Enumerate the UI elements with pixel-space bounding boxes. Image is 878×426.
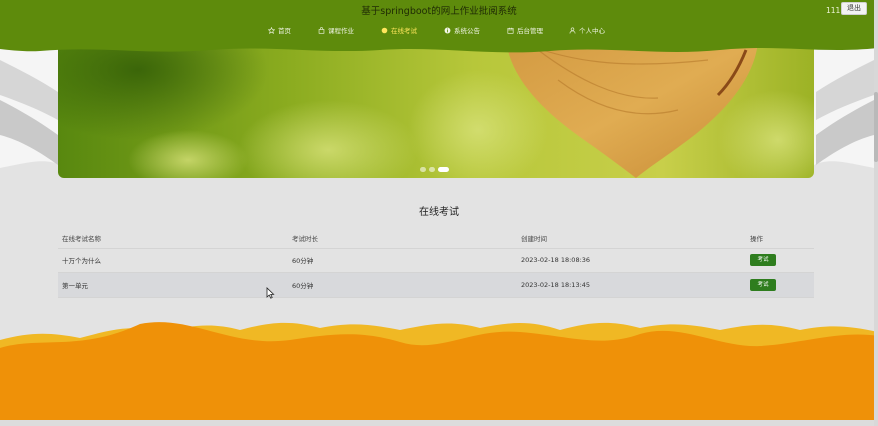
user-name: 111 (826, 6, 841, 15)
nav-item-label: 首页 (278, 27, 291, 35)
exam-name: 第一单元 (58, 272, 288, 298)
column-header-created: 创建时间 (517, 228, 746, 249)
exam-duration: 60分钟 (288, 248, 517, 273)
nav-item-announcements[interactable]: 系统公告 (444, 24, 480, 36)
scrollbar-thumb[interactable] (874, 92, 878, 162)
banner-image (58, 40, 814, 178)
exam-name: 十万个为什么 (58, 248, 288, 273)
site-title: 基于springboot的网上作业批阅系统 (361, 6, 517, 17)
nav-item-home[interactable]: 首页 (268, 24, 291, 36)
nav-item-course-homework[interactable]: 课程作业 (318, 24, 354, 36)
nav-item-profile[interactable]: 个人中心 (569, 24, 605, 36)
table-header-row: 在线考试名称 考试时长 创建时间 操作 (58, 228, 814, 249)
star-icon (268, 26, 275, 34)
table-row: 第一单元 60分钟 2023-02-18 18:13:45 考试 (58, 272, 814, 298)
info-icon (444, 27, 451, 33)
banner-carousel[interactable] (58, 40, 814, 178)
carousel-dots (420, 166, 449, 172)
nav-item-label: 系统公告 (454, 27, 480, 35)
circle-icon (381, 27, 388, 33)
footer-wave-decoration (0, 322, 878, 426)
exam-action-cell: 考试 (746, 248, 814, 273)
nav-item-label: 后台管理 (517, 27, 543, 35)
start-exam-button[interactable]: 考试 (750, 278, 776, 291)
section-title: 在线考试 (419, 207, 459, 218)
column-header-duration: 考试时长 (288, 228, 517, 249)
carousel-dot-active[interactable] (438, 166, 449, 172)
top-header: 基于springboot的网上作业批阅系统 111 退出 首页 课程作业 在线考… (0, 0, 878, 56)
nav-item-label: 个人中心 (579, 27, 605, 35)
right-side-decoration (814, 40, 874, 168)
mouse-cursor-icon (266, 287, 275, 299)
nav-item-online-exam[interactable]: 在线考试 (381, 24, 417, 36)
column-header-name: 在线考试名称 (58, 228, 288, 249)
user-icon (569, 27, 576, 34)
table-row: 十万个为什么 60分钟 2023-02-18 18:08:36 考试 (58, 248, 814, 273)
exam-created: 2023-02-18 18:08:36 (517, 248, 746, 273)
nav-item-label: 课程作业 (328, 27, 354, 35)
carousel-dot[interactable] (420, 166, 426, 172)
start-exam-button[interactable]: 考试 (750, 254, 776, 267)
carousel-dot[interactable] (429, 166, 435, 172)
main-nav: 首页 课程作业 在线考试 系统公告 后台管理 个人中心 (0, 24, 878, 36)
logout-button[interactable]: 退出 (841, 2, 867, 15)
nav-item-admin[interactable]: 后台管理 (507, 24, 543, 36)
scrollbar-track[interactable] (874, 0, 878, 426)
exam-action-cell: 考试 (746, 272, 814, 298)
column-header-action: 操作 (746, 228, 814, 249)
exam-duration: 60分钟 (288, 272, 517, 298)
exam-table: 在线考试名称 考试时长 创建时间 操作 十万个为什么 60分钟 2023-02-… (58, 228, 814, 298)
nav-item-label: 在线考试 (391, 27, 417, 35)
bag-icon (318, 26, 325, 34)
calendar-icon (507, 27, 514, 34)
exam-created: 2023-02-18 18:13:45 (517, 272, 746, 298)
left-side-decoration (0, 40, 60, 168)
